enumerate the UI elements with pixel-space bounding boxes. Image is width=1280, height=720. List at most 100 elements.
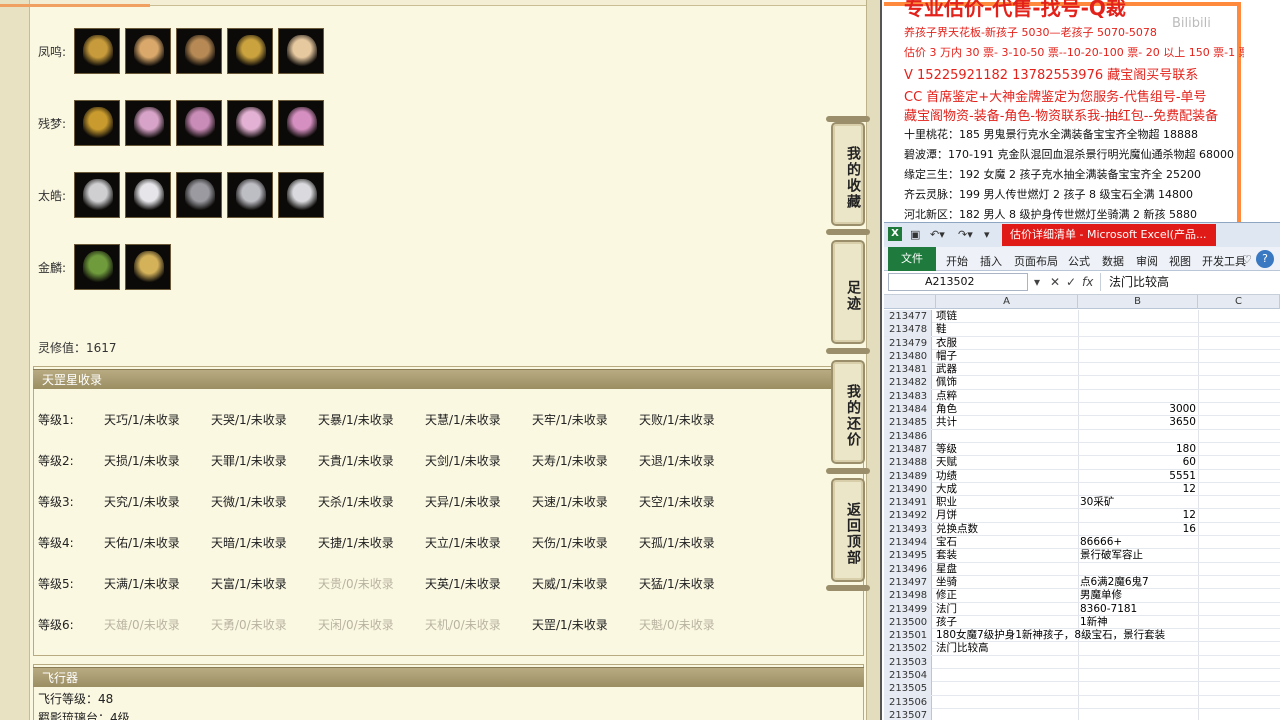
cell-a[interactable]: 宝石: [936, 536, 1076, 549]
star-entry[interactable]: 天捷/1/未收录: [318, 534, 425, 552]
footprint-button[interactable]: 足迹: [831, 240, 865, 344]
cell-a[interactable]: 角色: [936, 403, 1076, 416]
file-tab[interactable]: 文件: [888, 247, 936, 271]
cell-a[interactable]: 大成: [936, 483, 1076, 496]
quick-access-dropdown-icon[interactable]: ▾: [984, 228, 990, 241]
star-entry[interactable]: 天哭/1/未收录: [211, 411, 318, 429]
cell-a[interactable]: 佩饰: [936, 376, 1076, 389]
cell-b[interactable]: 点6满2魔6鬼7: [1080, 576, 1196, 589]
row-number[interactable]: 213479: [884, 336, 932, 350]
row-number[interactable]: 213493: [884, 522, 932, 536]
star-entry[interactable]: 天牢/1/未收录: [532, 411, 639, 429]
row-number[interactable]: 213477: [884, 310, 932, 323]
star-entry[interactable]: 天佑/1/未收录: [104, 534, 211, 552]
row-number[interactable]: 213495: [884, 549, 932, 563]
row-number[interactable]: 213487: [884, 442, 932, 456]
tab-page-layout[interactable]: 页面布局: [1014, 253, 1058, 269]
row-number[interactable]: 213488: [884, 456, 932, 470]
cell-b[interactable]: 景行破军容止: [1080, 549, 1196, 562]
star-entry[interactable]: 天剑/1/未收录: [425, 452, 532, 470]
gear-item-icon[interactable]: [125, 100, 171, 146]
star-entry[interactable]: 天勇/0/未收录: [211, 616, 318, 634]
gear-item-icon[interactable]: [125, 28, 171, 74]
tab-developer[interactable]: 开发工具: [1202, 253, 1246, 269]
cell-a[interactable]: 帽子: [936, 350, 1076, 363]
star-entry[interactable]: 天貴/1/未收录: [318, 452, 425, 470]
gear-item-icon[interactable]: [125, 172, 171, 218]
redo-icon[interactable]: ↷▾: [958, 228, 973, 241]
cell-a[interactable]: 套装: [936, 549, 1076, 562]
cell-b[interactable]: 16: [1080, 523, 1196, 536]
tab-insert[interactable]: 插入: [980, 253, 1002, 269]
cell-a[interactable]: 功绩: [936, 470, 1076, 483]
row-number[interactable]: 213485: [884, 416, 932, 430]
row-number[interactable]: 213497: [884, 575, 932, 589]
row-number[interactable]: 213498: [884, 589, 932, 603]
row-number[interactable]: 213502: [884, 642, 932, 656]
cell-b[interactable]: 86666+: [1080, 536, 1196, 549]
star-entry[interactable]: 天伤/1/未收录: [532, 534, 639, 552]
cell-a[interactable]: 衣服: [936, 337, 1076, 350]
cell-a[interactable]: 法门: [936, 603, 1076, 616]
cell-b[interactable]: 12: [1080, 483, 1196, 496]
star-entry[interactable]: 天威/1/未收录: [532, 575, 639, 593]
undo-icon[interactable]: ↶▾: [930, 228, 945, 241]
tab-data[interactable]: 数据: [1102, 253, 1124, 269]
cell-a[interactable]: 孩子: [936, 616, 1076, 629]
row-number[interactable]: 213490: [884, 482, 932, 496]
cell-b[interactable]: 30采矿: [1080, 496, 1196, 509]
star-entry[interactable]: 天异/1/未收录: [425, 493, 532, 511]
gear-item-icon[interactable]: [227, 28, 273, 74]
star-entry[interactable]: 天暗/1/未收录: [211, 534, 318, 552]
enter-icon[interactable]: ✓: [1066, 275, 1076, 289]
gear-item-icon[interactable]: [278, 28, 324, 74]
gear-item-icon[interactable]: [227, 100, 273, 146]
row-number[interactable]: 213484: [884, 403, 932, 417]
row-number[interactable]: 213478: [884, 323, 932, 337]
gear-item-icon[interactable]: [74, 28, 120, 74]
star-entry[interactable]: 天贵/0/未收录: [318, 575, 425, 593]
cell-a[interactable]: 项链: [936, 310, 1076, 323]
star-entry[interactable]: 天魁/0/未收录: [639, 616, 746, 634]
row-number[interactable]: 213483: [884, 389, 932, 403]
select-all-corner[interactable]: [884, 295, 936, 309]
row-number[interactable]: 213494: [884, 536, 932, 550]
row-number[interactable]: 213480: [884, 349, 932, 363]
row-number[interactable]: 213506: [884, 695, 932, 709]
star-entry[interactable]: 天败/1/未收录: [639, 411, 746, 429]
tab-home[interactable]: 开始: [946, 253, 968, 269]
cell-b[interactable]: 8360-7181: [1080, 603, 1196, 616]
cell-a[interactable]: 武器: [936, 363, 1076, 376]
star-entry[interactable]: 天机/0/未收录: [425, 616, 532, 634]
gear-item-icon[interactable]: [176, 172, 222, 218]
gear-item-icon[interactable]: [278, 100, 324, 146]
row-number[interactable]: 213500: [884, 615, 932, 629]
cell-a[interactable]: 点粹: [936, 390, 1076, 403]
column-header-b[interactable]: B: [1078, 295, 1198, 309]
cell-b[interactable]: 男魔单修: [1080, 589, 1196, 602]
row-number[interactable]: 213481: [884, 363, 932, 377]
star-entry[interactable]: 天猛/1/未收录: [639, 575, 746, 593]
my-bargain-button[interactable]: 我的还价: [831, 360, 865, 464]
tab-review[interactable]: 审阅: [1136, 253, 1158, 269]
row-number[interactable]: 213489: [884, 469, 932, 483]
star-entry[interactable]: 天微/1/未收录: [211, 493, 318, 511]
cell-b[interactable]: 12: [1080, 509, 1196, 522]
formula-input[interactable]: 法门比较高: [1100, 273, 1280, 291]
gear-item-icon[interactable]: [176, 100, 222, 146]
back-to-top-button[interactable]: 返回顶部: [831, 478, 865, 582]
star-entry[interactable]: 天究/1/未收录: [104, 493, 211, 511]
star-entry[interactable]: 天罡/1/未收录: [532, 616, 639, 634]
star-entry[interactable]: 天闲/0/未收录: [318, 616, 425, 634]
star-entry[interactable]: 天巧/1/未收录: [104, 411, 211, 429]
ribbon-collapse-icon[interactable]: ♡: [1242, 253, 1252, 266]
cell-a[interactable]: 共计: [936, 416, 1076, 429]
star-entry[interactable]: 天孤/1/未收录: [639, 534, 746, 552]
star-entry[interactable]: 天满/1/未收录: [104, 575, 211, 593]
star-entry[interactable]: 天暴/1/未收录: [318, 411, 425, 429]
cell-b[interactable]: 180: [1080, 443, 1196, 456]
gear-item-icon[interactable]: [125, 244, 171, 290]
star-entry[interactable]: 天罪/1/未收录: [211, 452, 318, 470]
row-number[interactable]: 213486: [884, 429, 932, 443]
cell-a[interactable]: 180女魔7级护身1新神孩子，8级宝石，景行套装: [936, 629, 1165, 642]
